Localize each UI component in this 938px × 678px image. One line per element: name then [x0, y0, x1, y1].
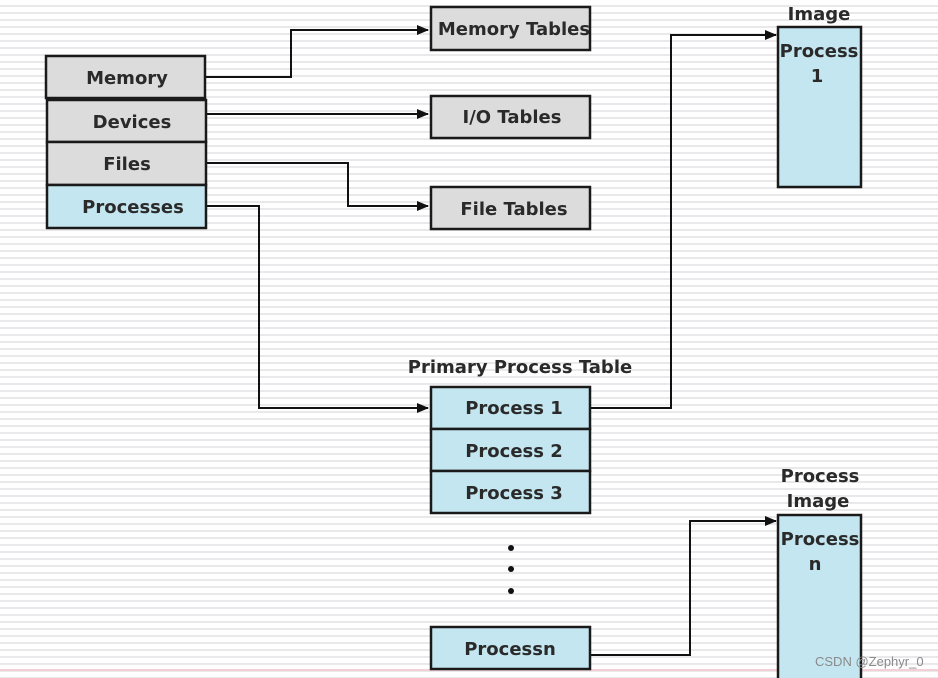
- imagen-label1: Process: [781, 466, 860, 487]
- ellipsis-dot: [508, 566, 514, 572]
- image1-label: Image: [788, 4, 851, 25]
- memory-label: Memory: [86, 68, 168, 89]
- arrow-memory: [205, 25, 429, 78]
- file-tables-label: File Tables: [460, 199, 567, 220]
- io-tables-label: I/O Tables: [463, 107, 562, 128]
- processes-label: Processes: [82, 197, 184, 218]
- image1-line2: 1: [811, 66, 824, 87]
- ellipsis-dot: [508, 588, 514, 594]
- arrow-files: [205, 162, 429, 211]
- ellipsis-dot: [508, 545, 514, 551]
- processn-label: Processn: [464, 639, 556, 660]
- process3-label: Process 3: [465, 483, 563, 504]
- imagen-line1: Process: [781, 529, 860, 550]
- image1-line1: Process: [780, 41, 859, 62]
- devices-label: Devices: [93, 112, 172, 133]
- files-label: Files: [103, 154, 151, 175]
- process2-label: Process 2: [465, 441, 563, 462]
- watermark: CSDN @Zephyr_0: [815, 654, 924, 669]
- memory-tables-label: Memory Tables: [438, 19, 590, 40]
- arrow-processes: [205, 205, 429, 413]
- process1-label: Process 1: [465, 398, 563, 419]
- diagram-canvas: Memory Devices Files Processes Memory Ta…: [0, 4, 938, 678]
- arrow-process1: [590, 30, 777, 409]
- arrow-processn: [590, 516, 777, 656]
- imagen-label2: Image: [787, 491, 850, 512]
- diagram: Memory Devices Files Processes Memory Ta…: [0, 0, 938, 678]
- primary-table-title: Primary Process Table: [408, 357, 632, 378]
- imagen-line2: n: [809, 554, 822, 575]
